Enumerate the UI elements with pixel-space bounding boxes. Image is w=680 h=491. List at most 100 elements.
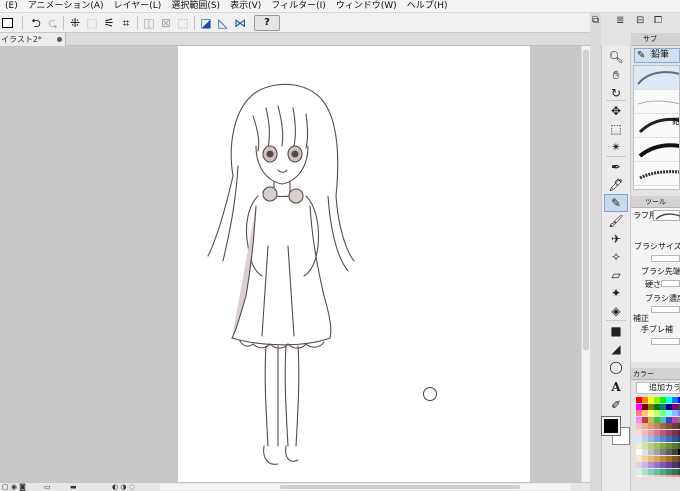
menu-layer[interactable]: レイヤー(L) [109,0,167,13]
canvas-paper[interactable] [178,46,530,482]
select-icon[interactable]: ⬚ [604,120,628,138]
menu-animation[interactable]: アニメーション(A) [23,0,109,13]
color-swatch[interactable] [648,442,654,449]
color-swatch[interactable] [654,397,660,403]
selection-dots-icon[interactable]: ⁜ [67,15,83,31]
color-swatch[interactable] [666,436,672,442]
color-swatch[interactable] [672,455,678,462]
close-dot-icon[interactable] [57,37,62,42]
color-swatch[interactable] [642,397,648,403]
color-swatch[interactable] [654,410,660,416]
color-swatch[interactable] [636,455,642,462]
color-swatch[interactable] [666,397,672,403]
move-layer-icon[interactable]: ✥ [604,102,628,120]
panel-menu-icon[interactable]: ≣ [616,15,624,27]
brush-size-slider[interactable] [651,255,680,262]
stabilization-slider[interactable] [651,338,680,345]
color-swatch[interactable] [654,416,660,423]
navigator-icon[interactable]: ▢ ◉ ◙ [2,483,26,491]
brush-item[interactable] [634,66,679,90]
color-swatch[interactable] [636,429,642,436]
color-swatch[interactable] [660,397,666,403]
color-swatch[interactable] [642,449,648,455]
color-swatch[interactable] [672,403,678,410]
vertical-scrollbar[interactable] [581,46,590,482]
color-swatch[interactable] [636,403,642,410]
color-swatch[interactable] [642,442,648,449]
color-swatch[interactable] [666,449,672,455]
color-swatch[interactable] [642,455,648,462]
color-set-selector[interactable]: 追加カラ [636,382,680,394]
color-swatch[interactable] [666,455,672,462]
pencil-icon[interactable]: ✎ [604,194,628,212]
sub-panel-icon[interactable]: ⧠ [654,15,662,27]
clear-outside-icon[interactable]: ⊠ [158,15,174,31]
color-swatch[interactable] [660,416,666,423]
color-swatch[interactable] [672,475,678,477]
help-button[interactable]: ? [254,15,280,31]
color-swatch[interactable] [672,423,678,429]
canvas-area[interactable] [0,46,581,482]
color-swatch[interactable] [660,475,666,477]
color-swatch[interactable] [660,442,666,449]
lasso-fill-icon[interactable]: ⚟ [101,15,117,31]
color-swatch[interactable] [648,436,654,442]
color-swatch[interactable] [648,410,654,416]
color-swatch[interactable] [642,468,648,475]
vertical-scroll-thumb[interactable] [583,50,589,350]
layer-mode-icon[interactable]: ▭ [44,483,51,491]
document-tab[interactable]: イラスト2* [0,33,66,46]
color-swatch[interactable] [648,397,654,403]
pen-icon[interactable]: 🖊︎ [604,176,628,194]
menu-view[interactable]: 表示(V) [225,0,266,13]
color-swatch[interactable] [636,462,642,468]
color-swatch[interactable] [636,416,642,423]
color-swatch[interactable] [660,410,666,416]
hand-icon[interactable]: ✋︎ [604,66,628,84]
color-swatch[interactable] [642,403,648,410]
color-swatch[interactable] [666,442,672,449]
menu-edit[interactable]: (E) [0,0,23,13]
color-swatch[interactable] [666,423,672,429]
brush-density-slider[interactable] [651,306,680,313]
color-swatch[interactable] [654,429,660,436]
color-swatch[interactable] [642,423,648,429]
rotate-view-icon[interactable]: ◐ ◑ ◌ [112,483,135,491]
color-swatch[interactable] [648,429,654,436]
color-swatch[interactable] [636,449,642,455]
color-swatch[interactable] [654,442,660,449]
correct-line-icon[interactable]: ✐ [604,396,628,414]
color-swatch[interactable] [654,455,660,462]
color-swatch[interactable] [636,436,642,442]
color-swatch[interactable] [672,449,678,455]
color-swatch[interactable] [666,416,672,423]
color-swatch[interactable] [666,429,672,436]
frame-icon[interactable]: ◢ [604,340,628,358]
color-swatch[interactable] [636,442,642,449]
color-swatch[interactable] [672,436,678,442]
menu-selection[interactable]: 選択範囲(S) [166,0,225,13]
color-swatch[interactable] [672,416,678,423]
color-swatch[interactable] [642,462,648,468]
menu-window[interactable]: ウィンドウ(W) [331,0,402,13]
color-swatch[interactable] [642,410,648,416]
color-swatch[interactable] [654,468,660,475]
new-canvas-icon[interactable] [0,15,16,31]
color-swatch[interactable] [642,475,648,477]
color-swatch[interactable] [660,429,666,436]
grid-icon[interactable]: ▬ [70,483,77,491]
color-swatch[interactable] [648,416,654,423]
color-swatch[interactable] [648,462,654,468]
menu-help[interactable]: ヘルプ(H) [402,0,453,13]
snap-icon[interactable]: ⋈ [232,15,248,31]
deselect-icon[interactable]: ⬚ [175,15,191,31]
color-swatch[interactable] [654,423,660,429]
color-swatch[interactable] [660,449,666,455]
balloon-icon[interactable]: ◯ [604,358,628,376]
color-swatch[interactable] [636,475,642,477]
transform-icon[interactable]: ⬚ [84,15,100,31]
brush-item[interactable]: 鉛 [634,114,679,138]
color-swatch[interactable] [648,423,654,429]
color-swatch[interactable] [648,455,654,462]
color-swatch[interactable] [660,455,666,462]
